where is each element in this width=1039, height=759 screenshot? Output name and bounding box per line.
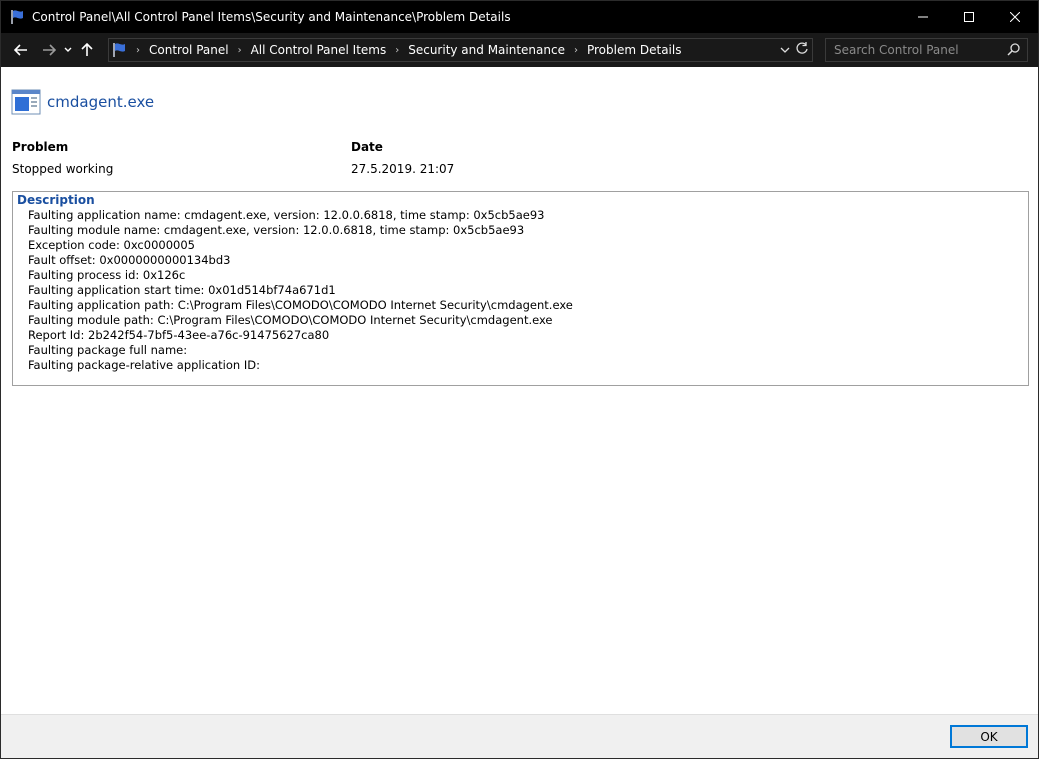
content-area: cmdagent.exe Problem Stopped working Dat… [1, 67, 1038, 714]
maximize-button[interactable] [946, 1, 992, 33]
ok-button[interactable]: OK [950, 725, 1028, 748]
back-arrow-icon [14, 44, 27, 56]
control-panel-flag-icon [113, 43, 125, 57]
maximize-icon [964, 12, 974, 22]
window-title: Control Panel\All Control Panel Items\Se… [32, 10, 511, 24]
breadcrumb-problem-details[interactable]: Problem Details [587, 43, 681, 57]
date-label: Date [351, 140, 383, 154]
app-header: cmdagent.exe [11, 87, 154, 117]
breadcrumb-control-panel[interactable]: Control Panel [149, 43, 229, 57]
security-flag-icon [11, 10, 23, 24]
description-line: Faulting application name: cmdagent.exe,… [28, 208, 545, 222]
breadcrumb-separator[interactable]: › [395, 45, 399, 56]
window-controls [900, 1, 1038, 33]
breadcrumb-all-items[interactable]: All Control Panel Items [251, 43, 387, 57]
search-input[interactable] [826, 43, 996, 57]
breadcrumb-separator[interactable]: › [238, 45, 242, 56]
title-bar: Control Panel\All Control Panel Items\Se… [1, 1, 1038, 33]
description-title: Description [17, 193, 95, 207]
minimize-button[interactable] [900, 1, 946, 33]
chevron-down-icon [64, 47, 72, 52]
app-name-link[interactable]: cmdagent.exe [47, 93, 154, 111]
address-dropdown-button[interactable] [780, 42, 790, 56]
magnifier-icon [1007, 43, 1020, 56]
close-icon [1010, 12, 1020, 22]
description-line: Faulting package full name: [28, 343, 188, 357]
description-line: Faulting process id: 0x126c [28, 268, 186, 282]
address-bar[interactable]: › Control Panel › All Control Panel Item… [108, 38, 813, 62]
description-line: Faulting module path: C:\Program Files\C… [28, 313, 553, 327]
description-box: Description Faulting application name: c… [12, 191, 1029, 386]
refresh-icon [796, 42, 808, 54]
navigation-bar: › Control Panel › All Control Panel Item… [1, 33, 1038, 67]
minimize-icon [918, 16, 928, 18]
chevron-down-icon [780, 47, 790, 53]
up-arrow-icon [81, 43, 93, 56]
search-box[interactable] [825, 38, 1028, 62]
refresh-button[interactable] [795, 41, 809, 58]
breadcrumb-security-maintenance[interactable]: Security and Maintenance [408, 43, 565, 57]
footer-bar: OK [1, 714, 1038, 758]
description-lines: Faulting application name: cmdagent.exe,… [28, 208, 573, 373]
date-value: 27.5.2019. 21:07 [351, 162, 455, 176]
forward-button[interactable] [37, 38, 61, 62]
forward-arrow-icon [43, 44, 56, 56]
application-window-icon [11, 89, 41, 115]
problem-value: Stopped working [12, 162, 114, 176]
back-button[interactable] [9, 38, 33, 62]
description-line: Faulting module name: cmdagent.exe, vers… [28, 223, 525, 237]
description-line: Faulting application start time: 0x01d51… [28, 283, 336, 297]
problem-details-window: Control Panel\All Control Panel Items\Se… [0, 0, 1039, 759]
description-line: Faulting package-relative application ID… [28, 358, 260, 372]
description-line: Exception code: 0xc0000005 [28, 238, 195, 252]
description-line: Report Id: 2b242f54-7bf5-43ee-a76c-91475… [28, 328, 330, 342]
recent-locations-button[interactable] [61, 38, 75, 62]
close-button[interactable] [992, 1, 1038, 33]
breadcrumb-separator: › [136, 44, 140, 56]
problem-label: Problem [12, 140, 69, 154]
search-icon[interactable] [1007, 43, 1020, 59]
up-button[interactable] [75, 38, 99, 62]
description-line: Faulting application path: C:\Program Fi… [28, 298, 573, 312]
description-line: Fault offset: 0x0000000000134bd3 [28, 253, 231, 267]
breadcrumb-separator[interactable]: › [574, 45, 578, 56]
